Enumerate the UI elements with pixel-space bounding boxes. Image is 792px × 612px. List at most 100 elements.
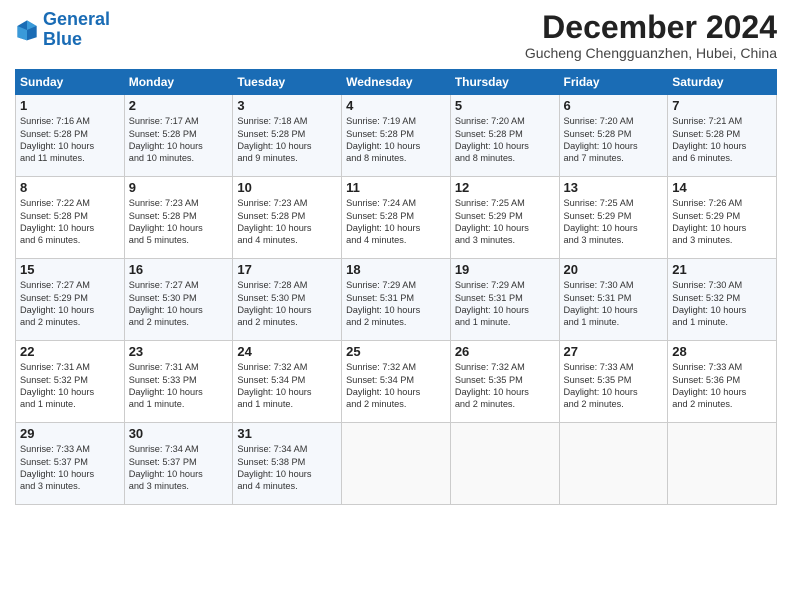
calendar-cell — [450, 423, 559, 505]
calendar-cell: 9 Sunrise: 7:23 AMSunset: 5:28 PMDaylight… — [124, 177, 233, 259]
day-number: 26 — [455, 344, 555, 359]
day-number: 18 — [346, 262, 446, 277]
cell-content: Sunrise: 7:32 AMSunset: 5:34 PMDaylight:… — [346, 361, 446, 411]
calendar-cell — [342, 423, 451, 505]
calendar-cell: 31 Sunrise: 7:34 AMSunset: 5:38 PMDayligh… — [233, 423, 342, 505]
logo-text: General Blue — [43, 10, 110, 50]
logo: General Blue — [15, 10, 110, 50]
day-number: 15 — [20, 262, 120, 277]
day-number: 3 — [237, 98, 337, 113]
day-number: 20 — [564, 262, 664, 277]
calendar-cell: 26 Sunrise: 7:32 AMSunset: 5:35 PMDayligh… — [450, 341, 559, 423]
cell-content: Sunrise: 7:32 AMSunset: 5:34 PMDaylight:… — [237, 361, 337, 411]
calendar-week-row: 22 Sunrise: 7:31 AMSunset: 5:32 PMDayligh… — [16, 341, 777, 423]
cell-content: Sunrise: 7:21 AMSunset: 5:28 PMDaylight:… — [672, 115, 772, 165]
day-number: 23 — [129, 344, 229, 359]
header: General Blue December 2024 Gucheng Cheng… — [15, 10, 777, 61]
calendar-cell: 17Sunrise: 7:28 AMSunset: 5:30 PMDayligh… — [233, 259, 342, 341]
calendar-body: 1 Sunrise: 7:16 AMSunset: 5:28 PMDaylight… — [16, 95, 777, 505]
weekday-header: Friday — [559, 70, 668, 95]
calendar-table: SundayMondayTuesdayWednesdayThursdayFrid… — [15, 69, 777, 505]
day-number: 2 — [129, 98, 229, 113]
cell-content: Sunrise: 7:29 AMSunset: 5:31 PMDaylight:… — [346, 279, 446, 329]
calendar-cell: 13 Sunrise: 7:25 AMSunset: 5:29 PMDayligh… — [559, 177, 668, 259]
weekday-header: Tuesday — [233, 70, 342, 95]
calendar-cell: 1 Sunrise: 7:16 AMSunset: 5:28 PMDaylight… — [16, 95, 125, 177]
calendar-cell: 24 Sunrise: 7:32 AMSunset: 5:34 PMDayligh… — [233, 341, 342, 423]
location: Gucheng Chengguanzhen, Hubei, China — [525, 45, 777, 61]
day-number: 19 — [455, 262, 555, 277]
calendar-cell: 10Sunrise: 7:23 AMSunset: 5:28 PMDayligh… — [233, 177, 342, 259]
cell-content: Sunrise: 7:27 AMSunset: 5:29 PMDaylight:… — [20, 279, 120, 329]
title-block: December 2024 Gucheng Chengguanzhen, Hub… — [525, 10, 777, 61]
calendar-cell: 23 Sunrise: 7:31 AMSunset: 5:33 PMDayligh… — [124, 341, 233, 423]
cell-content: Sunrise: 7:25 AMSunset: 5:29 PMDaylight:… — [564, 197, 664, 247]
day-number: 13 — [564, 180, 664, 195]
day-number: 14 — [672, 180, 772, 195]
day-number: 1 — [20, 98, 120, 113]
calendar-cell: 7 Sunrise: 7:21 AMSunset: 5:28 PMDaylight… — [668, 95, 777, 177]
day-number: 4 — [346, 98, 446, 113]
calendar-cell: 29Sunrise: 7:33 AMSunset: 5:37 PMDayligh… — [16, 423, 125, 505]
weekday-header: Sunday — [16, 70, 125, 95]
calendar-week-row: 1 Sunrise: 7:16 AMSunset: 5:28 PMDaylight… — [16, 95, 777, 177]
calendar-cell: 6 Sunrise: 7:20 AMSunset: 5:28 PMDaylight… — [559, 95, 668, 177]
calendar-cell: 19 Sunrise: 7:29 AMSunset: 5:31 PMDayligh… — [450, 259, 559, 341]
cell-content: Sunrise: 7:32 AMSunset: 5:35 PMDaylight:… — [455, 361, 555, 411]
cell-content: Sunrise: 7:33 AMSunset: 5:35 PMDaylight:… — [564, 361, 664, 411]
calendar-cell: 20 Sunrise: 7:30 AMSunset: 5:31 PMDayligh… — [559, 259, 668, 341]
cell-content: Sunrise: 7:22 AMSunset: 5:28 PMDaylight:… — [20, 197, 120, 247]
day-number: 31 — [237, 426, 337, 441]
cell-content: Sunrise: 7:18 AMSunset: 5:28 PMDaylight:… — [237, 115, 337, 165]
cell-content: Sunrise: 7:34 AMSunset: 5:38 PMDaylight:… — [237, 443, 337, 493]
day-number: 21 — [672, 262, 772, 277]
cell-content: Sunrise: 7:31 AMSunset: 5:33 PMDaylight:… — [129, 361, 229, 411]
logo-icon — [15, 18, 39, 42]
day-number: 24 — [237, 344, 337, 359]
calendar-cell: 27Sunrise: 7:33 AMSunset: 5:35 PMDayligh… — [559, 341, 668, 423]
calendar-cell: 15 Sunrise: 7:27 AMSunset: 5:29 PMDayligh… — [16, 259, 125, 341]
weekday-header: Wednesday — [342, 70, 451, 95]
weekday-header: Saturday — [668, 70, 777, 95]
calendar-cell: 21 Sunrise: 7:30 AMSunset: 5:32 PMDayligh… — [668, 259, 777, 341]
calendar-cell: 8 Sunrise: 7:22 AMSunset: 5:28 PMDaylight… — [16, 177, 125, 259]
cell-content: Sunrise: 7:27 AMSunset: 5:30 PMDaylight:… — [129, 279, 229, 329]
day-number: 8 — [20, 180, 120, 195]
calendar-week-row: 15 Sunrise: 7:27 AMSunset: 5:29 PMDayligh… — [16, 259, 777, 341]
calendar-cell: 12Sunrise: 7:25 AMSunset: 5:29 PMDayligh… — [450, 177, 559, 259]
day-number: 16 — [129, 262, 229, 277]
cell-content: Sunrise: 7:26 AMSunset: 5:29 PMDaylight:… — [672, 197, 772, 247]
calendar-cell: 30 Sunrise: 7:34 AMSunset: 5:37 PMDayligh… — [124, 423, 233, 505]
cell-content: Sunrise: 7:20 AMSunset: 5:28 PMDaylight:… — [564, 115, 664, 165]
cell-content: Sunrise: 7:33 AMSunset: 5:37 PMDaylight:… — [20, 443, 120, 493]
cell-content: Sunrise: 7:30 AMSunset: 5:32 PMDaylight:… — [672, 279, 772, 329]
cell-content: Sunrise: 7:31 AMSunset: 5:32 PMDaylight:… — [20, 361, 120, 411]
calendar-week-row: 29Sunrise: 7:33 AMSunset: 5:37 PMDayligh… — [16, 423, 777, 505]
day-number: 9 — [129, 180, 229, 195]
weekday-row: SundayMondayTuesdayWednesdayThursdayFrid… — [16, 70, 777, 95]
cell-content: Sunrise: 7:23 AMSunset: 5:28 PMDaylight:… — [129, 197, 229, 247]
cell-content: Sunrise: 7:33 AMSunset: 5:36 PMDaylight:… — [672, 361, 772, 411]
day-number: 6 — [564, 98, 664, 113]
weekday-header: Thursday — [450, 70, 559, 95]
cell-content: Sunrise: 7:28 AMSunset: 5:30 PMDaylight:… — [237, 279, 337, 329]
calendar-cell: 11 Sunrise: 7:24 AMSunset: 5:28 PMDayligh… — [342, 177, 451, 259]
cell-content: Sunrise: 7:16 AMSunset: 5:28 PMDaylight:… — [20, 115, 120, 165]
calendar-cell: 2Sunrise: 7:17 AMSunset: 5:28 PMDaylight… — [124, 95, 233, 177]
calendar-cell: 5 Sunrise: 7:20 AMSunset: 5:28 PMDaylight… — [450, 95, 559, 177]
page: General Blue December 2024 Gucheng Cheng… — [0, 0, 792, 612]
cell-content: Sunrise: 7:34 AMSunset: 5:37 PMDaylight:… — [129, 443, 229, 493]
calendar-cell: 22 Sunrise: 7:31 AMSunset: 5:32 PMDayligh… — [16, 341, 125, 423]
cell-content: Sunrise: 7:30 AMSunset: 5:31 PMDaylight:… — [564, 279, 664, 329]
calendar-cell — [668, 423, 777, 505]
cell-content: Sunrise: 7:24 AMSunset: 5:28 PMDaylight:… — [346, 197, 446, 247]
cell-content: Sunrise: 7:25 AMSunset: 5:29 PMDaylight:… — [455, 197, 555, 247]
calendar-cell: 14 Sunrise: 7:26 AMSunset: 5:29 PMDayligh… — [668, 177, 777, 259]
day-number: 22 — [20, 344, 120, 359]
cell-content: Sunrise: 7:20 AMSunset: 5:28 PMDaylight:… — [455, 115, 555, 165]
day-number: 7 — [672, 98, 772, 113]
day-number: 5 — [455, 98, 555, 113]
day-number: 30 — [129, 426, 229, 441]
cell-content: Sunrise: 7:29 AMSunset: 5:31 PMDaylight:… — [455, 279, 555, 329]
day-number: 11 — [346, 180, 446, 195]
